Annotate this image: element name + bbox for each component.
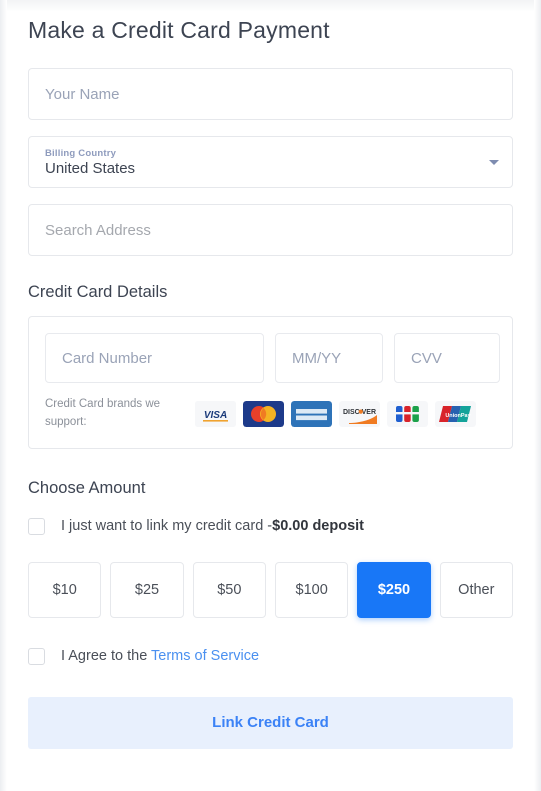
billing-country-value: United States <box>45 159 136 177</box>
svg-text:UnionPay: UnionPay <box>445 413 471 419</box>
terms-label: I Agree to the Terms of Service <box>61 648 259 664</box>
name-field[interactable]: Your Name <box>28 68 513 120</box>
page-title: Make a Credit Card Payment <box>28 17 330 43</box>
visa-icon: VISA <box>195 400 236 427</box>
card-number-placeholder[interactable]: Card Number <box>62 350 152 367</box>
card-cvv-field[interactable]: CVV <box>394 333 500 383</box>
credit-card-details-heading: Credit Card Details <box>28 283 168 301</box>
billing-country-select[interactable]: Billing Country United States <box>28 136 513 188</box>
right-edge-shading <box>534 0 541 791</box>
terms-checkbox-row[interactable]: I Agree to the Terms of Service <box>28 647 513 665</box>
payment-form-page: Make a Credit Card Payment Your Name Bil… <box>0 0 541 791</box>
billing-country-label: Billing Country <box>45 147 117 159</box>
link-only-label: I just want to link my credit card -$0.0… <box>61 518 364 534</box>
card-expiry-placeholder[interactable]: MM/YY <box>292 350 341 367</box>
terms-prefix-text: I Agree to the <box>61 648 152 665</box>
link-only-checkbox-row[interactable]: I just want to link my credit card -$0.0… <box>28 517 513 535</box>
amount-option-50[interactable]: $50 <box>192 561 266 618</box>
link-only-checkbox[interactable] <box>28 517 45 535</box>
link-only-deposit-amount: $0.00 deposit <box>272 518 364 535</box>
card-number-field[interactable]: Card Number <box>45 333 264 383</box>
supported-brands-label: Credit Card brands we support: <box>45 398 161 428</box>
choose-amount-heading: Choose Amount <box>28 478 146 497</box>
card-inputs-row: Card Number MM/YY CVV <box>45 333 500 383</box>
left-edge-shading <box>0 0 7 791</box>
jcb-icon <box>387 400 428 427</box>
svg-text:VISA: VISA <box>204 410 227 421</box>
terms-checkbox[interactable] <box>28 647 45 665</box>
address-input-placeholder[interactable]: Search Address <box>45 222 496 239</box>
amount-option-250[interactable]: $250 <box>357 561 431 618</box>
mastercard-icon <box>243 400 284 427</box>
amount-option-100[interactable]: $100 <box>274 561 349 618</box>
supported-brands-row: Credit Card brands we support: VISA DISC… <box>45 396 496 432</box>
credit-card-panel: Card Number MM/YY CVV Credit Card brands… <box>28 316 513 449</box>
unionpay-icon: UnionPay <box>435 400 476 427</box>
amount-option-other[interactable]: Other <box>439 561 513 618</box>
chevron-down-icon[interactable] <box>489 160 499 165</box>
american-express-icon <box>291 400 332 427</box>
link-credit-card-button[interactable]: Link Credit Card <box>28 696 513 749</box>
terms-of-service-link[interactable]: Terms of Service <box>151 648 259 664</box>
discover-icon: DISC VER <box>339 400 380 427</box>
amount-option-10[interactable]: $10 <box>28 561 102 618</box>
brand-logo-list: VISA DISC VER UnionPay <box>195 400 476 427</box>
card-cvv-placeholder[interactable]: CVV <box>411 350 442 367</box>
name-input-placeholder[interactable]: Your Name <box>45 86 496 103</box>
amount-options: $10 $25 $50 $100 $250 Other <box>28 561 513 618</box>
address-search-field[interactable]: Search Address <box>28 204 513 256</box>
card-expiry-field[interactable]: MM/YY <box>275 333 383 383</box>
link-only-text-prefix: I just want to link my credit card - <box>61 518 273 535</box>
amount-option-25[interactable]: $25 <box>110 561 184 618</box>
